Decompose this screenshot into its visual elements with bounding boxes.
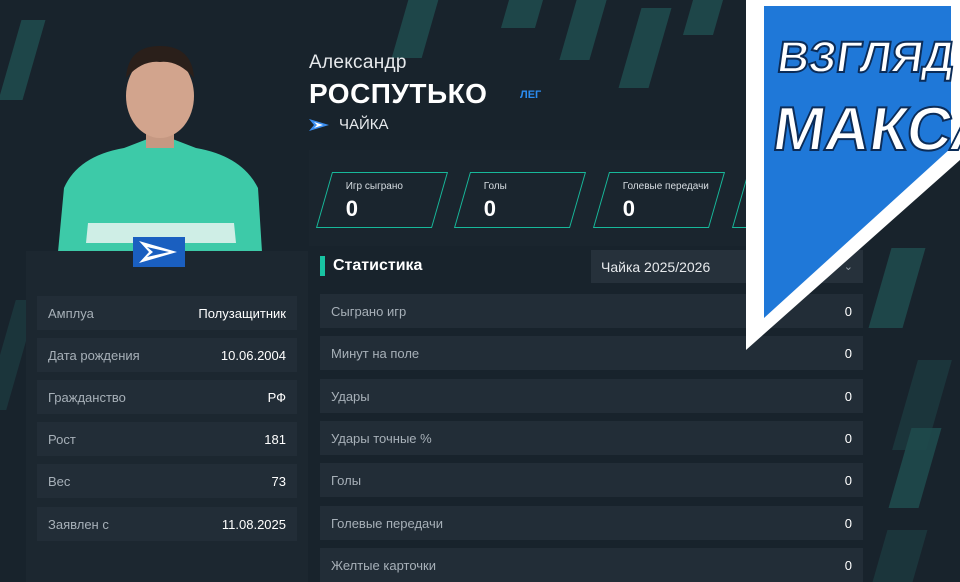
stat-label: Желтые карточки [331,557,436,573]
info-label: Дата рождения [48,347,140,363]
info-value: РФ [267,389,286,405]
stat-label: Удары [331,388,370,404]
stat-row: Удары 0 [320,379,863,413]
player-first-name: Александр [309,52,407,73]
info-row-registered: Заявлен с 11.08.2025 [37,507,297,541]
stat-value: 0 [844,515,852,531]
chaika-arrow-icon [309,118,329,131]
summary-card-goals: Голы 0 [453,172,587,228]
summary-card-value: 0 [622,196,635,221]
stat-label: Удары точные % [331,430,432,446]
chaika-arrow-icon [133,237,185,267]
stat-row: Голы 0 [320,463,863,497]
background-stripe [872,530,928,582]
info-row-role: Амплуа Полузащитник [37,296,297,330]
summary-card-value: 0 [483,196,496,221]
player-photo [58,38,262,252]
background-stripe [0,20,46,100]
info-label: Рост [48,431,76,447]
stat-label: Голы [331,472,362,488]
stat-value: 0 [844,430,852,446]
info-value: Полузащитник [198,305,286,321]
info-value: 181 [264,431,286,447]
info-row-birthdate: Дата рождения 10.06.2004 [37,338,297,372]
watermark-line-2: МАКСА [769,95,960,164]
stat-row: Желтые карточки 0 [320,548,863,582]
summary-card-value: 0 [345,196,358,221]
stat-label: Минут на поле [331,345,420,361]
player-photo-image [58,38,262,252]
summary-card-games: Игр сыграно 0 [315,172,449,228]
summary-card-label: Голевые передачи [622,181,709,192]
stat-value: 0 [844,388,852,404]
summary-card-label: Голы [483,181,507,192]
background-stripe [391,0,439,58]
background-stripe [682,0,724,35]
statistics-heading: Статистика [320,256,422,276]
info-row-height: Рост 181 [37,422,297,456]
info-label: Амплуа [48,305,94,321]
statistics-title: Статистика [333,257,423,274]
info-label: Гражданство [48,389,126,405]
position-badge: ЛЕГ [520,89,542,101]
stat-value: 0 [844,557,852,573]
info-value: 11.08.2025 [221,516,286,532]
watermark-logo: ВЗГЛЯД МАКСА [746,0,960,350]
season-select-value: Чайка 2025/2026 [601,258,711,275]
heading-accent-bar [320,256,325,276]
player-last-name: РОСПУТЬКО [309,78,488,109]
info-label: Вес [48,473,71,489]
summary-card-label: Игр сыграно [345,181,403,192]
background-stripe [618,8,672,88]
background-stripe [500,0,544,28]
background-stripe [559,0,607,60]
info-row-citizenship: Гражданство РФ [37,380,297,414]
info-value: 10.06.2004 [220,347,286,363]
club-name: ЧАЙКА [339,116,389,133]
stat-row: Удары точные % 0 [320,421,863,455]
info-value: 73 [271,473,286,489]
stat-label: Сыграно игр [331,303,407,319]
info-label: Заявлен с [48,516,109,532]
watermark-line-1: ВЗГЛЯД [774,33,957,82]
summary-card-assists: Голевые передачи 0 [592,172,726,228]
stat-value: 0 [844,472,852,488]
info-row-weight: Вес 73 [37,464,297,498]
stat-row: Голевые передачи 0 [320,506,863,540]
club-link[interactable]: ЧАЙКА [309,116,389,133]
stat-label: Голевые передачи [331,515,444,531]
